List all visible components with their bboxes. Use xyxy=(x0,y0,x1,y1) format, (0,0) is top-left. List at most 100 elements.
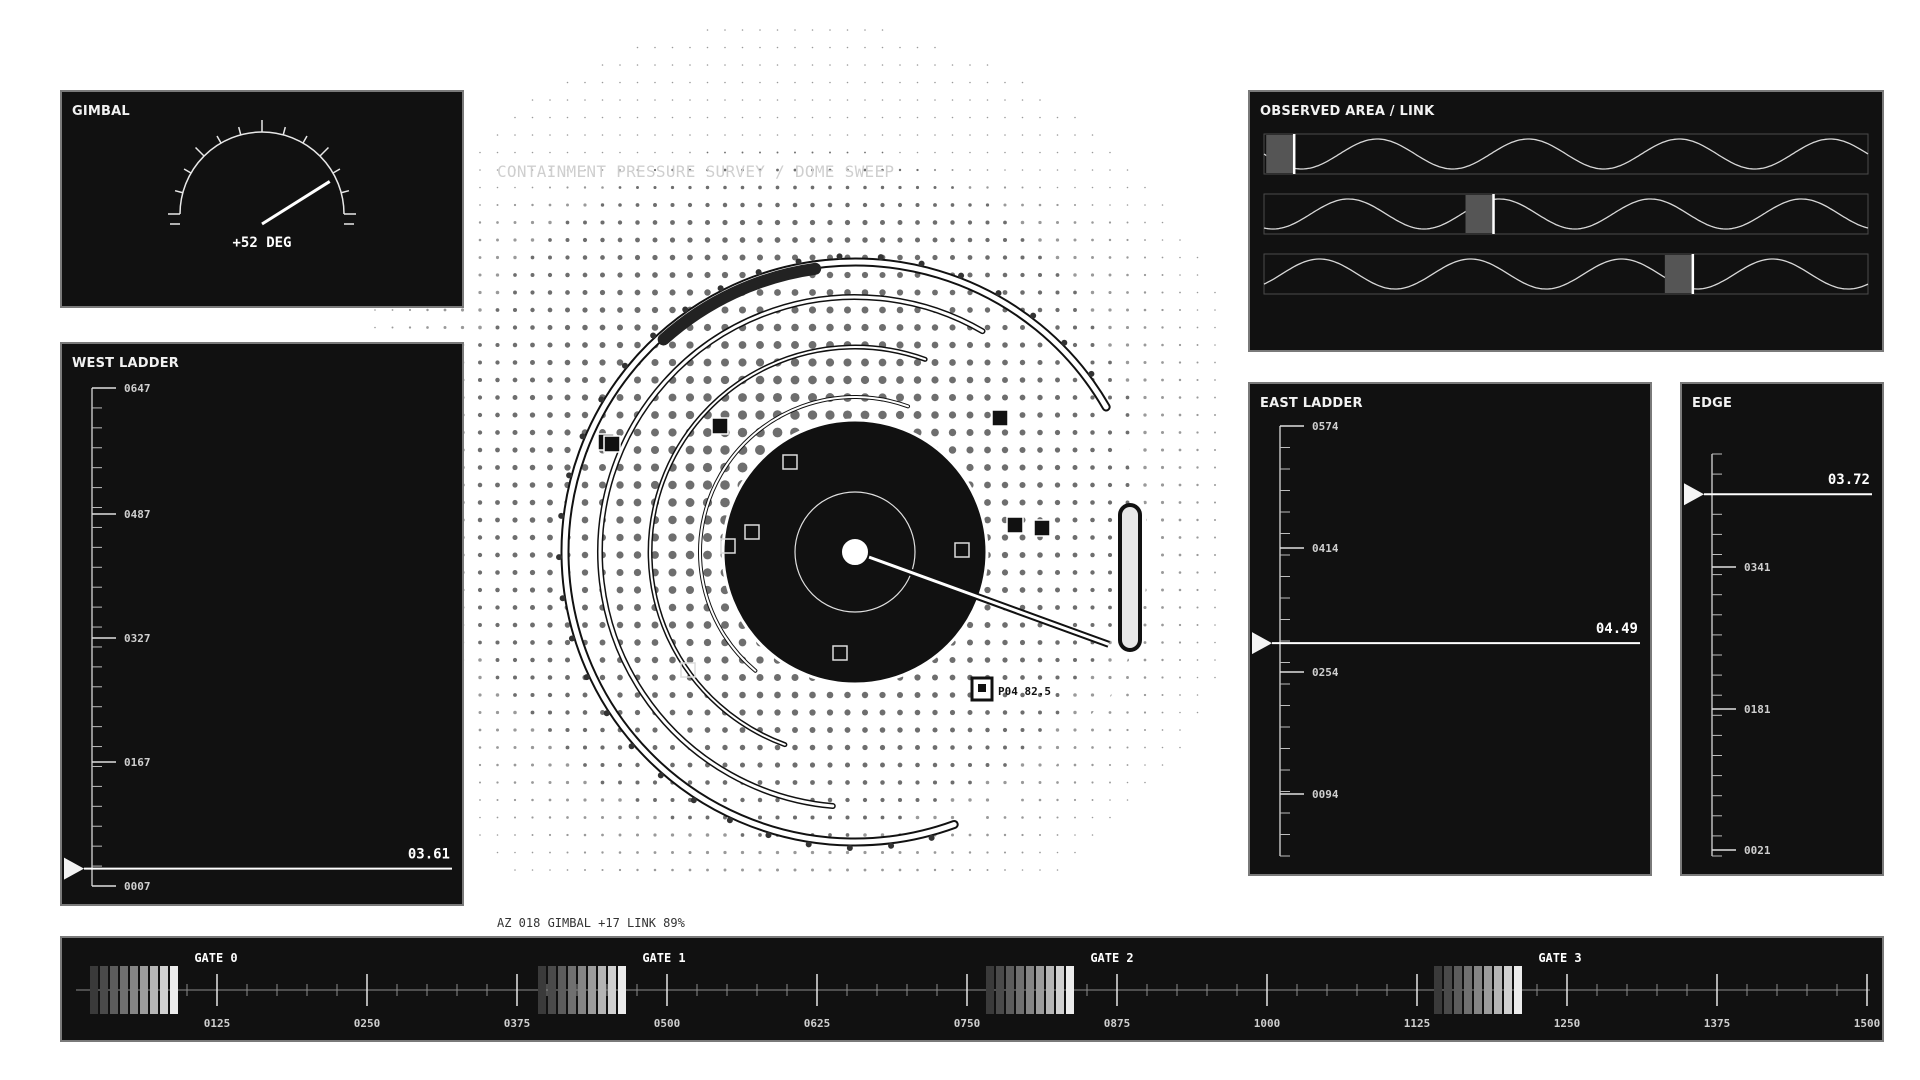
halftone-dot xyxy=(1091,799,1094,801)
halftone-dot xyxy=(704,289,711,296)
halftone-dot xyxy=(564,464,571,471)
halftone-dot xyxy=(549,151,551,154)
halftone-dot xyxy=(808,306,817,314)
halftone-dot xyxy=(531,798,534,802)
halftone-dot xyxy=(548,816,552,819)
halftone-dot xyxy=(896,691,904,699)
halftone-dot xyxy=(1108,378,1112,382)
halftone-dot xyxy=(759,46,761,49)
dome-marker xyxy=(1006,516,1024,534)
halftone-dot xyxy=(496,781,499,784)
halftone-dot xyxy=(529,587,536,593)
halftone-dot xyxy=(1002,657,1008,663)
halftone-dot xyxy=(685,410,695,420)
halftone-dot xyxy=(757,815,763,820)
halftone-dot xyxy=(757,219,763,226)
halftone-dot xyxy=(512,657,518,663)
halftone-dot xyxy=(862,219,868,226)
halftone-dot xyxy=(1143,256,1147,259)
halftone-dot xyxy=(775,815,780,820)
halftone-dot xyxy=(1037,499,1043,506)
halftone-dot xyxy=(706,99,709,101)
halftone-dot xyxy=(1001,394,1009,401)
halftone-dot xyxy=(809,762,816,768)
halftone-dot xyxy=(950,237,955,243)
gate-shade-bar xyxy=(150,966,158,1014)
halftone-dot xyxy=(1161,676,1164,679)
halftone-dot xyxy=(828,185,832,190)
halftone-dot xyxy=(984,411,991,419)
halftone-dot xyxy=(880,850,885,855)
halftone-dot xyxy=(530,307,535,313)
halftone-dot xyxy=(581,516,589,524)
halftone-dot xyxy=(896,358,904,367)
halftone-dot xyxy=(862,727,868,733)
dome-ring-stud xyxy=(1030,312,1037,319)
halftone-dot xyxy=(1054,569,1061,576)
halftone-dot xyxy=(1090,587,1095,593)
halftone-dot xyxy=(984,429,991,436)
halftone-dot xyxy=(984,604,991,611)
halftone-dot xyxy=(1125,395,1130,400)
halftone-dot xyxy=(1108,308,1112,312)
halftone-dot xyxy=(794,151,796,154)
gate-shade-bar xyxy=(1504,966,1512,1014)
halftone-dot xyxy=(1004,134,1006,136)
halftone-dot xyxy=(706,64,709,66)
halftone-dot xyxy=(1038,728,1042,732)
halftone-dot xyxy=(702,480,713,490)
halftone-dot xyxy=(1003,851,1007,854)
halftone-dot xyxy=(881,29,884,31)
halftone-dot xyxy=(479,799,481,801)
halftone-dot xyxy=(1021,869,1024,871)
halftone-dot xyxy=(496,798,499,802)
halftone-dot xyxy=(1109,781,1111,784)
halftone-dot xyxy=(931,393,939,402)
halftone-dot xyxy=(1178,466,1182,469)
halftone-dot xyxy=(949,709,956,716)
gimbal-tick xyxy=(237,126,242,135)
halftone-dot xyxy=(1020,255,1025,260)
halftone-dot xyxy=(741,29,744,31)
halftone-dot xyxy=(601,186,604,189)
halftone-dot xyxy=(652,237,658,243)
halftone-dot xyxy=(1056,151,1059,154)
halftone-dot xyxy=(933,186,937,189)
halftone-dot xyxy=(1056,169,1059,171)
halftone-dot xyxy=(495,325,500,330)
halftone-dot xyxy=(724,151,726,154)
halftone-dot xyxy=(828,833,832,837)
halftone-dot xyxy=(1055,238,1060,242)
halftone-dot xyxy=(896,289,904,296)
halftone-dot xyxy=(984,342,991,348)
halftone-dot xyxy=(600,727,605,733)
halftone-dot xyxy=(792,780,798,785)
halftone-dot xyxy=(966,463,974,472)
halftone-dot xyxy=(759,134,761,136)
halftone-dot xyxy=(772,427,783,438)
halftone-dot xyxy=(1143,273,1147,277)
halftone-dot xyxy=(721,358,729,367)
halftone-dot xyxy=(565,745,570,750)
halftone-dot xyxy=(949,692,956,698)
halftone-dot xyxy=(600,798,605,802)
halftone-dot xyxy=(741,151,744,154)
halftone-dot xyxy=(1003,203,1007,207)
halftone-dot xyxy=(477,482,483,488)
halftone-dot xyxy=(598,463,607,472)
halftone-dot xyxy=(861,271,869,279)
halftone-dot xyxy=(1161,693,1164,697)
halftone-dot xyxy=(650,463,660,472)
halftone-dot xyxy=(861,691,869,699)
halftone-dot xyxy=(496,204,499,206)
halftone-dot xyxy=(1054,429,1061,436)
halftone-dot xyxy=(1019,464,1026,471)
halftone-dot xyxy=(951,168,954,172)
dome-ring-stud xyxy=(650,332,657,339)
halftone-dot xyxy=(584,134,586,136)
halftone-dot xyxy=(686,289,694,296)
halftone-dot xyxy=(932,745,938,750)
halftone-dot xyxy=(1055,675,1060,680)
halftone-dot xyxy=(479,816,481,819)
halftone-dot xyxy=(844,271,851,279)
